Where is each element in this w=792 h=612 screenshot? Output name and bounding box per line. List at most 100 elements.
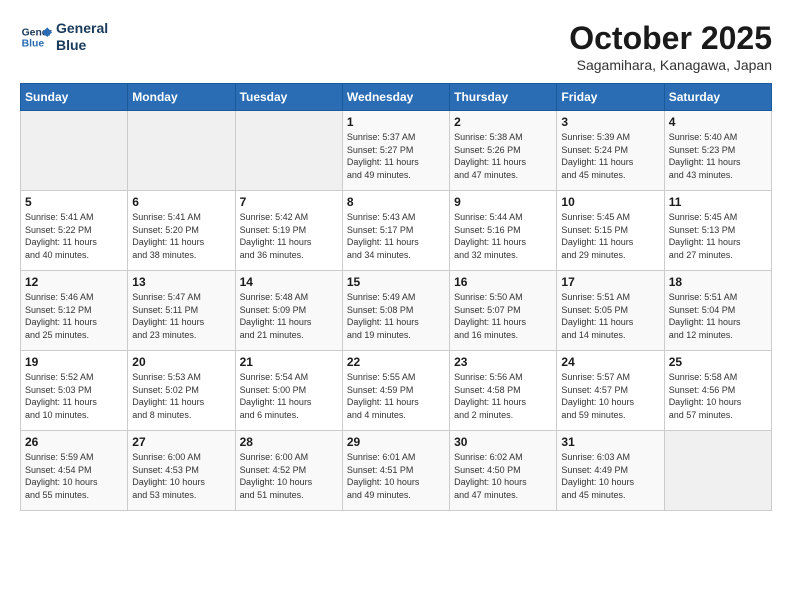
calendar-cell: 23Sunrise: 5:56 AM Sunset: 4:58 PM Dayli… (450, 351, 557, 431)
day-info: Sunrise: 5:51 AM Sunset: 5:05 PM Dayligh… (561, 291, 659, 341)
day-info: Sunrise: 5:54 AM Sunset: 5:00 PM Dayligh… (240, 371, 338, 421)
day-info: Sunrise: 5:59 AM Sunset: 4:54 PM Dayligh… (25, 451, 123, 501)
day-number: 16 (454, 275, 552, 289)
calendar-cell: 16 Sunrise: 5:50 AM Sunset: 5:07 PM Dayli… (450, 271, 557, 351)
calendar-cell: 15 Sunrise: 5:49 AM Sunset: 5:08 PM Dayli… (342, 271, 449, 351)
calendar-cell: 2 Sunrise: 5:38 AM Sunset: 5:26 PM Daylig… (450, 111, 557, 191)
calendar-week-row: 1 Sunrise: 5:37 AM Sunset: 5:27 PM Daylig… (21, 111, 772, 191)
day-number: 21 (240, 355, 338, 369)
day-number: 18 (669, 275, 767, 289)
day-info: Sunrise: 5:43 AM Sunset: 5:17 PM Dayligh… (347, 211, 445, 261)
calendar-cell (21, 111, 128, 191)
day-number: 27 (132, 435, 230, 449)
calendar-cell: 9 Sunrise: 5:44 AM Sunset: 5:16 PM Daylig… (450, 191, 557, 271)
weekday-header: Tuesday (235, 84, 342, 111)
day-number: 3 (561, 115, 659, 129)
day-number: 17 (561, 275, 659, 289)
day-info: Sunrise: 5:51 AM Sunset: 5:04 PM Dayligh… (669, 291, 767, 341)
calendar-cell (235, 111, 342, 191)
day-number: 24 (561, 355, 659, 369)
day-number: 2 (454, 115, 552, 129)
day-info: Sunrise: 6:01 AM Sunset: 4:51 PM Dayligh… (347, 451, 445, 501)
day-info: Sunrise: 5:44 AM Sunset: 5:16 PM Dayligh… (454, 211, 552, 261)
day-info: Sunrise: 5:53 AM Sunset: 5:02 PM Dayligh… (132, 371, 230, 421)
day-info: Sunrise: 5:46 AM Sunset: 5:12 PM Dayligh… (25, 291, 123, 341)
calendar-week-row: 5 Sunrise: 5:41 AM Sunset: 5:22 PM Daylig… (21, 191, 772, 271)
day-number: 25 (669, 355, 767, 369)
calendar-cell: 22 Sunrise: 5:55 AM Sunset: 4:59 PM Dayli… (342, 351, 449, 431)
month-title: October 2025 (569, 20, 772, 57)
day-number: 29 (347, 435, 445, 449)
day-info: Sunrise: 5:41 AM Sunset: 5:22 PM Dayligh… (25, 211, 123, 261)
logo-line1: General (56, 20, 108, 37)
svg-text:Blue: Blue (22, 38, 45, 49)
logo-line2: Blue (56, 37, 108, 54)
day-number: 20 (132, 355, 230, 369)
calendar-week-row: 19 Sunrise: 5:52 AM Sunset: 5:03 PM Dayli… (21, 351, 772, 431)
day-number: 15 (347, 275, 445, 289)
calendar-cell: 29 Sunrise: 6:01 AM Sunset: 4:51 PM Dayli… (342, 431, 449, 511)
calendar-cell: 8 Sunrise: 5:43 AM Sunset: 5:17 PM Daylig… (342, 191, 449, 271)
weekday-header: Sunday (21, 84, 128, 111)
day-number: 11 (669, 195, 767, 209)
calendar-cell: 21 Sunrise: 5:54 AM Sunset: 5:00 PM Dayli… (235, 351, 342, 431)
day-number: 4 (669, 115, 767, 129)
day-info: Sunrise: 6:00 AM Sunset: 4:53 PM Dayligh… (132, 451, 230, 501)
day-info: Sunrise: 5:49 AM Sunset: 5:08 PM Dayligh… (347, 291, 445, 341)
day-number: 10 (561, 195, 659, 209)
calendar-cell: 20 Sunrise: 5:53 AM Sunset: 5:02 PM Dayli… (128, 351, 235, 431)
calendar-cell: 30Sunrise: 6:02 AM Sunset: 4:50 PM Dayli… (450, 431, 557, 511)
weekday-header: Thursday (450, 84, 557, 111)
day-info: Sunrise: 6:03 AM Sunset: 4:49 PM Dayligh… (561, 451, 659, 501)
day-info: Sunrise: 6:00 AM Sunset: 4:52 PM Dayligh… (240, 451, 338, 501)
day-number: 7 (240, 195, 338, 209)
day-info: Sunrise: 5:57 AM Sunset: 4:57 PM Dayligh… (561, 371, 659, 421)
day-number: 30 (454, 435, 552, 449)
calendar-week-row: 26Sunrise: 5:59 AM Sunset: 4:54 PM Dayli… (21, 431, 772, 511)
calendar-cell: 25 Sunrise: 5:58 AM Sunset: 4:56 PM Dayli… (664, 351, 771, 431)
day-number: 5 (25, 195, 123, 209)
day-number: 12 (25, 275, 123, 289)
day-number: 6 (132, 195, 230, 209)
day-info: Sunrise: 5:58 AM Sunset: 4:56 PM Dayligh… (669, 371, 767, 421)
location: Sagamihara, Kanagawa, Japan (569, 57, 772, 73)
day-info: Sunrise: 5:55 AM Sunset: 4:59 PM Dayligh… (347, 371, 445, 421)
calendar-cell: 28 Sunrise: 6:00 AM Sunset: 4:52 PM Dayli… (235, 431, 342, 511)
weekday-header: Monday (128, 84, 235, 111)
calendar-cell: 27 Sunrise: 6:00 AM Sunset: 4:53 PM Dayli… (128, 431, 235, 511)
calendar-cell: 24 Sunrise: 5:57 AM Sunset: 4:57 PM Dayli… (557, 351, 664, 431)
day-info: Sunrise: 5:39 AM Sunset: 5:24 PM Dayligh… (561, 131, 659, 181)
day-number: 9 (454, 195, 552, 209)
day-info: Sunrise: 5:47 AM Sunset: 5:11 PM Dayligh… (132, 291, 230, 341)
day-info: Sunrise: 5:56 AM Sunset: 4:58 PM Dayligh… (454, 371, 552, 421)
day-info: Sunrise: 5:41 AM Sunset: 5:20 PM Dayligh… (132, 211, 230, 261)
day-number: 13 (132, 275, 230, 289)
day-number: 31 (561, 435, 659, 449)
day-number: 8 (347, 195, 445, 209)
day-info: Sunrise: 5:52 AM Sunset: 5:03 PM Dayligh… (25, 371, 123, 421)
day-info: Sunrise: 5:45 AM Sunset: 5:15 PM Dayligh… (561, 211, 659, 261)
calendar-cell: 6 Sunrise: 5:41 AM Sunset: 5:20 PM Daylig… (128, 191, 235, 271)
page-header: General Blue General Blue October 2025 S… (20, 20, 772, 73)
day-number: 22 (347, 355, 445, 369)
calendar-cell: 14Sunrise: 5:48 AM Sunset: 5:09 PM Dayli… (235, 271, 342, 351)
day-number: 1 (347, 115, 445, 129)
calendar-cell (664, 431, 771, 511)
day-info: Sunrise: 5:42 AM Sunset: 5:19 PM Dayligh… (240, 211, 338, 261)
day-number: 28 (240, 435, 338, 449)
calendar-cell: 7 Sunrise: 5:42 AM Sunset: 5:19 PM Daylig… (235, 191, 342, 271)
calendar-cell: 1 Sunrise: 5:37 AM Sunset: 5:27 PM Daylig… (342, 111, 449, 191)
day-info: Sunrise: 5:50 AM Sunset: 5:07 PM Dayligh… (454, 291, 552, 341)
title-block: October 2025 Sagamihara, Kanagawa, Japan (569, 20, 772, 73)
calendar-cell: 26Sunrise: 5:59 AM Sunset: 4:54 PM Dayli… (21, 431, 128, 511)
calendar-cell: 12 Sunrise: 5:46 AM Sunset: 5:12 PM Dayli… (21, 271, 128, 351)
calendar-cell: 10 Sunrise: 5:45 AM Sunset: 5:15 PM Dayli… (557, 191, 664, 271)
calendar-cell: 17 Sunrise: 5:51 AM Sunset: 5:05 PM Dayli… (557, 271, 664, 351)
calendar-cell: 19 Sunrise: 5:52 AM Sunset: 5:03 PM Dayli… (21, 351, 128, 431)
calendar-week-row: 12 Sunrise: 5:46 AM Sunset: 5:12 PM Dayli… (21, 271, 772, 351)
day-info: Sunrise: 5:37 AM Sunset: 5:27 PM Dayligh… (347, 131, 445, 181)
day-number: 19 (25, 355, 123, 369)
day-info: Sunrise: 5:38 AM Sunset: 5:26 PM Dayligh… (454, 131, 552, 181)
weekday-header: Saturday (664, 84, 771, 111)
calendar-table: SundayMondayTuesdayWednesdayThursdayFrid… (20, 83, 772, 511)
